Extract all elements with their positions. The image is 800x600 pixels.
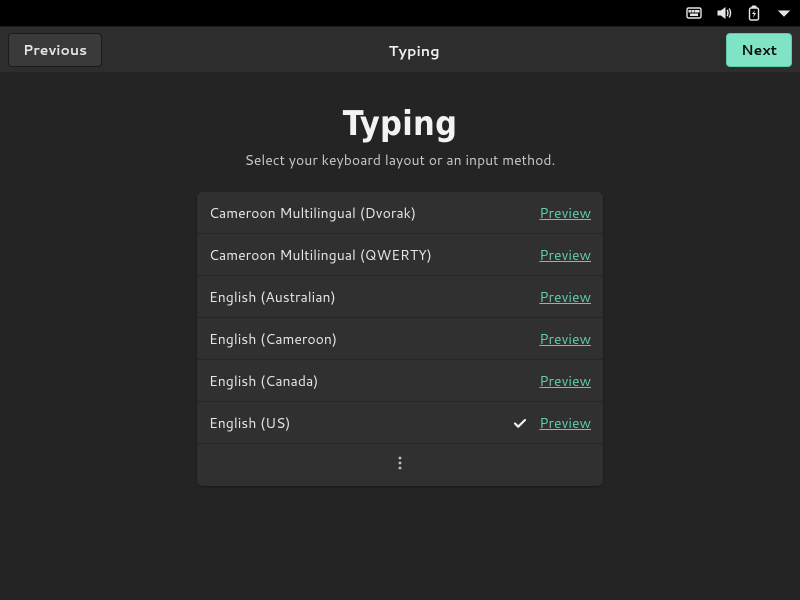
layout-row[interactable]: English (Australian) Preview xyxy=(197,276,603,318)
layout-name: English (Australian) xyxy=(209,287,509,307)
layout-name: English (Canada) xyxy=(209,371,509,391)
preview-link[interactable]: Preview xyxy=(539,287,591,307)
layout-row[interactable]: English (Cameroon) Preview xyxy=(197,318,603,360)
preview-link[interactable]: Preview xyxy=(539,329,591,349)
battery-icon[interactable] xyxy=(746,5,762,21)
previous-button[interactable]: Previous xyxy=(8,33,102,67)
layout-row[interactable]: English (Canada) Preview xyxy=(197,360,603,402)
content-area: Typing Select your keyboard layout or an… xyxy=(0,72,800,600)
layout-name: English (Cameroon) xyxy=(209,329,509,349)
layout-row[interactable]: English (US) Preview xyxy=(197,402,603,444)
next-button[interactable]: Next xyxy=(726,33,792,67)
page-heading: Typing xyxy=(343,104,458,144)
more-button[interactable] xyxy=(197,444,603,486)
layout-row[interactable]: Cameroon Multilingual (Dvorak) Preview xyxy=(197,192,603,234)
preview-link[interactable]: Preview xyxy=(539,203,591,223)
more-icon xyxy=(392,454,408,477)
dropdown-icon[interactable] xyxy=(776,5,792,21)
checkmark-icon xyxy=(509,415,531,431)
layout-name: Cameroon Multilingual (Dvorak) xyxy=(209,203,509,223)
layout-list: Cameroon Multilingual (Dvorak)PreviewCam… xyxy=(197,192,603,486)
page-subtitle: Select your keyboard layout or an input … xyxy=(245,150,556,170)
layout-name: Cameroon Multilingual (QWERTY) xyxy=(209,245,509,265)
keyboard-icon[interactable] xyxy=(686,5,702,21)
preview-link[interactable]: Preview xyxy=(539,245,591,265)
preview-link[interactable]: Preview xyxy=(539,413,591,433)
preview-link[interactable]: Preview xyxy=(539,371,591,391)
header-bar: Previous Typing Next xyxy=(0,26,800,74)
header-title: Typing xyxy=(389,40,440,61)
volume-icon[interactable] xyxy=(716,5,732,21)
layout-name: English (US) xyxy=(209,413,509,433)
layout-row[interactable]: Cameroon Multilingual (QWERTY) Preview xyxy=(197,234,603,276)
top-bar xyxy=(0,0,800,26)
